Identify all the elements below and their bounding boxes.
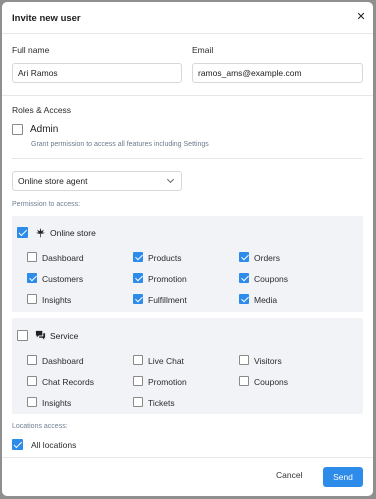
service-visitors-checkbox[interactable] — [239, 355, 249, 365]
online-store-products-label: Products — [148, 253, 182, 263]
all-locations-label: All locations — [31, 440, 77, 450]
online-store-coupons-label: Coupons — [254, 274, 289, 284]
service-chat-records-label: Chat Records — [42, 377, 94, 387]
section-divider — [2, 95, 373, 96]
admin-hint: Grant permission to access all features … — [31, 141, 209, 148]
email-input[interactable] — [192, 63, 363, 83]
full-name-input[interactable] — [12, 63, 182, 83]
service-dashboard-checkbox[interactable] — [27, 355, 37, 365]
online-store-fulfillment-checkbox[interactable] — [133, 294, 143, 304]
permissions-heading: Permission to access: — [12, 201, 81, 208]
online-store-promotion-label: Promotion — [148, 274, 187, 284]
online-store-customers-checkbox[interactable] — [27, 273, 37, 283]
online-store-dashboard-label: Dashboard — [42, 253, 84, 263]
service-tickets-checkbox[interactable] — [133, 397, 143, 407]
header-divider — [2, 33, 373, 34]
service-coupons-label: Coupons — [254, 377, 289, 387]
chevron-down-icon — [166, 175, 175, 184]
role-select[interactable]: Online store agent — [12, 171, 182, 191]
service-live-chat-label: Live Chat — [148, 356, 184, 366]
online-store-orders-label: Orders — [254, 253, 280, 263]
online-store-insights-checkbox[interactable] — [27, 294, 37, 304]
cancel-button[interactable]: Cancel — [276, 470, 302, 480]
dialog-title: Invite new user — [12, 13, 81, 24]
service-insights-label: Insights — [42, 398, 72, 408]
online-store-insights-label: Insights — [42, 295, 72, 305]
service-live-chat-checkbox[interactable] — [133, 355, 143, 365]
online-store-coupons-checkbox[interactable] — [239, 273, 249, 283]
online-store-promotion-checkbox[interactable] — [133, 273, 143, 283]
roles-divider — [12, 158, 363, 159]
service-tickets-label: Tickets — [148, 398, 175, 408]
roles-heading: Roles & Access — [12, 105, 72, 115]
service-label: Service — [50, 331, 79, 341]
online-store-media-label: Media — [254, 295, 278, 305]
online-store-orders-checkbox[interactable] — [239, 252, 249, 262]
online-store-products-checkbox[interactable] — [133, 252, 143, 262]
online-store-fulfillment-label: Fulfillment — [148, 295, 187, 305]
online-store-media-checkbox[interactable] — [239, 294, 249, 304]
service-checkbox[interactable] — [17, 330, 28, 341]
admin-checkbox[interactable] — [12, 124, 23, 135]
footer-divider — [2, 457, 373, 458]
cannabis-leaf-icon — [35, 227, 46, 238]
service-insights-checkbox[interactable] — [27, 397, 37, 407]
chat-bubbles-icon — [35, 330, 46, 340]
service-visitors-label: Visitors — [254, 356, 282, 366]
service-dashboard-label: Dashboard — [42, 356, 84, 366]
locations-heading: Locations access: — [12, 423, 68, 430]
online-store-customers-label: Customers — [42, 274, 84, 284]
invite-user-dialog: Invite new user ✕ Full name Email Roles … — [2, 2, 373, 496]
online-store-checkbox[interactable] — [17, 227, 28, 238]
admin-label: Admin — [30, 124, 59, 135]
full-name-label: Full name — [12, 45, 50, 55]
service-coupons-checkbox[interactable] — [239, 376, 249, 386]
service-promotion-label: Promotion — [148, 377, 187, 387]
service-chat-records-checkbox[interactable] — [27, 376, 37, 386]
send-button[interactable]: Send — [323, 467, 363, 487]
close-icon[interactable]: ✕ — [355, 10, 367, 24]
email-label: Email — [192, 45, 214, 55]
online-store-label: Online store — [50, 228, 96, 238]
service-promotion-checkbox[interactable] — [133, 376, 143, 386]
all-locations-checkbox[interactable] — [12, 439, 23, 450]
role-select-value: Online store agent — [18, 176, 88, 186]
online-store-dashboard-checkbox[interactable] — [27, 252, 37, 262]
